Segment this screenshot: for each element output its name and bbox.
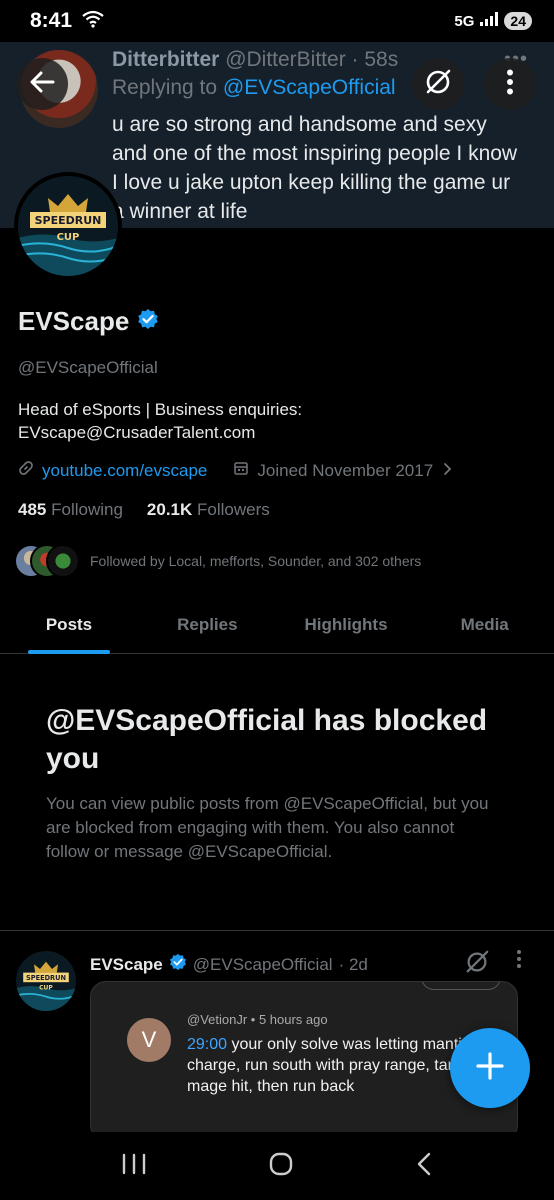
- profile-bio: Head of eSports | Business enquiries: EV…: [18, 400, 303, 442]
- profile-meta: youtube.com/evscape Joined November 2017: [18, 460, 453, 481]
- post-avatar-text-cup: CUP: [39, 984, 53, 991]
- chevron-right-icon[interactable]: [441, 461, 453, 481]
- status-time: 8:41: [30, 9, 73, 32]
- verified-badge-icon: [169, 953, 187, 976]
- signal-icon: [480, 12, 499, 30]
- compose-button[interactable]: [450, 1028, 530, 1108]
- profile-name-row: EVScape: [18, 306, 159, 337]
- more-vertical-icon[interactable]: [516, 949, 522, 969]
- banner-text: u are so strong and handsome and sexy an…: [112, 113, 518, 223]
- followers-count-link[interactable]: 20.1K Followers: [147, 500, 270, 520]
- profile-display-name: EVScape: [18, 306, 130, 336]
- followed-by-row[interactable]: Followed by Local, mefforts, Sounder, an…: [14, 544, 421, 578]
- back-icon[interactable]: [415, 1151, 433, 1182]
- profile-website-link[interactable]: youtube.com/evscape: [42, 461, 207, 481]
- followed-by-avatars: [14, 544, 80, 578]
- back-arrow-icon: [29, 71, 55, 98]
- link-icon: [18, 460, 34, 481]
- post-time: · 2d: [338, 954, 368, 974]
- banner-author: Ditterbitter @DitterBitter · 58s: [112, 48, 399, 71]
- back-button[interactable]: [16, 58, 68, 110]
- home-icon[interactable]: [268, 1151, 294, 1182]
- tab-highlights[interactable]: Highlights: [277, 596, 416, 653]
- avatar: [46, 544, 80, 578]
- blocked-title: @EVScapeOfficial has blocked you: [46, 704, 488, 775]
- post-grok-icon[interactable]: [464, 949, 490, 980]
- profile-handle: @EVScapeOfficial: [18, 358, 158, 377]
- calendar-icon: [233, 460, 249, 481]
- status-bar: 8:41 5G 24: [0, 0, 554, 42]
- tab-posts[interactable]: Posts: [0, 596, 138, 654]
- profile-tabs: Posts Replies Highlights Media: [0, 596, 554, 654]
- grok-button[interactable]: [412, 58, 464, 110]
- avatar-text-cup: CUP: [57, 232, 80, 243]
- post-header: EVScape @EVScapeOfficial · 2d: [90, 953, 368, 976]
- tab-replies[interactable]: Replies: [138, 596, 277, 653]
- post-avatar[interactable]: SPEEDRUN CUP: [16, 951, 76, 1011]
- profile-joined-date: Joined November 2017: [257, 460, 434, 480]
- post-author-handle: @EVScapeOfficial: [192, 954, 333, 974]
- more-button[interactable]: [484, 58, 536, 110]
- wifi-icon: [82, 10, 104, 33]
- plus-icon: [475, 1051, 505, 1086]
- post-author-name: EVScape: [90, 954, 163, 974]
- battery-indicator: 24: [504, 12, 532, 30]
- grok-icon: [424, 68, 452, 101]
- banner-replying-to: Replying to @EVScapeOfficial: [112, 76, 396, 99]
- avatar-text-speedrun: SPEEDRUN: [35, 214, 102, 227]
- profile-stats: 485 Following 20.1K Followers: [18, 500, 270, 520]
- post-avatar-text-speedrun: SPEEDRUN: [26, 974, 66, 982]
- verified-badge-icon[interactable]: [137, 308, 159, 335]
- tab-media[interactable]: Media: [415, 596, 554, 653]
- media-comment-meta: @VetionJr • 5 hours ago: [187, 1012, 328, 1027]
- recents-icon[interactable]: [121, 1153, 147, 1180]
- media-comment-avatar: V: [127, 1018, 171, 1062]
- profile-avatar[interactable]: SPEEDRUN CUP: [14, 172, 122, 280]
- more-vertical-icon: [506, 69, 514, 100]
- blocked-message: You can view public posts from @EVScapeO…: [46, 794, 489, 861]
- network-type: 5G: [454, 12, 475, 30]
- followed-by-text: Followed by Local, mefforts, Sounder, an…: [90, 553, 422, 569]
- android-nav-bar: [0, 1132, 554, 1200]
- following-count-link[interactable]: 485 Following: [18, 500, 123, 520]
- media-pill: [421, 982, 501, 990]
